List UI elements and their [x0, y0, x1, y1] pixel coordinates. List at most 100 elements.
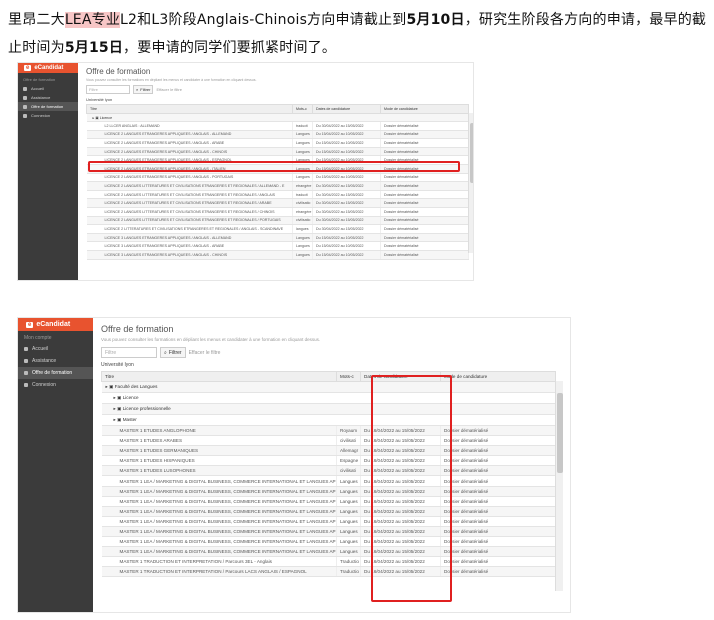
sidebar-item-1[interactable]: Assistance — [18, 93, 78, 102]
table-row[interactable]: L2 LLCER ANGLAIS : ALLEMAND traducti Du 30… — [86, 121, 469, 131]
table-cell: Dossier dématérialisé — [380, 216, 469, 226]
table-cell: LICENCE 2 LANGUES LITTERATURES ET CIVILI… — [86, 216, 293, 226]
sidebar-item-3[interactable]: Connexion — [18, 379, 93, 391]
table-cell: Dossier dématérialisé — [440, 465, 556, 477]
sidebar-item-2[interactable]: Offre de formation — [18, 367, 93, 379]
table-cell: Langues — [336, 496, 361, 507]
table-row[interactable]: LICENCE 2 LANGUES ETRANGERES APPLIQUEES … — [86, 130, 469, 140]
sidebar-item-label: Accueil — [31, 86, 44, 91]
group-label: Licence — [99, 115, 113, 120]
table-row[interactable]: MASTER 1 ETUDES HISPANIQUES Espagne Du 16/… — [101, 455, 556, 467]
table-row[interactable]: LICENCE 2 LANGUES LITTERATURES ET CIVILI… — [86, 216, 469, 226]
table-cell: LICENCE 3 LANGUES ETRANGERES APPLIQUEES … — [86, 233, 293, 243]
app-logo[interactable]: e eCandidat — [18, 318, 93, 331]
column-header[interactable]: Titre — [86, 104, 293, 114]
table-row[interactable]: LICENCE 2 LANGUES ETRANGERES APPLIQUEES … — [86, 138, 469, 148]
table-cell: MASTER 1 LEA / MARKETING & DIGITAL BUSIN… — [101, 475, 337, 487]
group-row[interactable]: ▸ ▣ Licence — [86, 113, 469, 122]
table-cell: MASTER 1 LEA / MARKETING & DIGITAL BUSIN… — [101, 526, 337, 538]
table-cell: Langues — [336, 475, 361, 487]
filter-button-label: Filtrer — [140, 87, 151, 92]
page-subtitle: Vous pouvez consulter les formations en … — [101, 337, 321, 342]
table-row[interactable]: MASTER 1 LEA / MARKETING & DIGITAL BUSIN… — [101, 526, 556, 538]
column-header[interactable]: Mode de candidature — [380, 104, 469, 114]
filter-input[interactable]: Filtre — [101, 347, 157, 358]
nav-icon — [23, 95, 27, 100]
sidebar-item-3[interactable]: Connexion — [18, 111, 78, 120]
sidebar-nav: Accueil Assistance Offre de formation Conne… — [18, 343, 93, 391]
column-header[interactable]: Dates de candidature — [312, 104, 381, 114]
filter-button[interactable]: ⌕ Filtrer — [133, 85, 154, 94]
sidebar-item-0[interactable]: Accueil — [18, 343, 93, 355]
group-row[interactable]: ▸ ▣ Faculté des Langues — [101, 381, 556, 393]
column-header[interactable]: Mots-c — [292, 104, 313, 114]
filter-button[interactable]: ⌕ Filtrer — [160, 347, 186, 358]
sidebar: e eCandidat Mon compte Accueil Assistance O… — [18, 318, 93, 612]
group-label: Licence professionnelle — [122, 406, 171, 411]
scrollbar-thumb[interactable] — [557, 393, 563, 473]
reset-filter-link[interactable]: Effacer le filtre — [156, 87, 182, 92]
nav-icon — [24, 371, 28, 375]
highlight-lea: LEA专业 — [64, 12, 121, 28]
scrollbar[interactable] — [468, 113, 473, 253]
sidebar-item-2[interactable]: Offre de formation — [18, 102, 78, 111]
deadline-may-10: 5月10日 — [406, 12, 465, 28]
table-row[interactable]: LICENCE 2 LANGUES LITTERATURES ET CIVILI… — [86, 181, 469, 191]
table-row[interactable]: MASTER 1 LEA / MARKETING & DIGITAL BUSIN… — [101, 475, 556, 487]
group-row[interactable]: ▸ ▣ Licence — [101, 392, 556, 404]
scrollbar[interactable] — [555, 381, 563, 591]
scrollbar-thumb[interactable] — [470, 123, 473, 183]
table-row[interactable]: MASTER 1 ETUDES GERMANIQUES Allemagr Du 16… — [101, 445, 556, 457]
table-row[interactable]: MASTER 1 LEA / MARKETING & DIGITAL BUSIN… — [101, 536, 556, 548]
app-name: eCandidat — [36, 321, 71, 328]
table-row[interactable]: LICENCE 3 LANGUES ETRANGERES APPLIQUEES … — [86, 233, 469, 243]
table-cell: Dossier dématérialisé — [380, 190, 469, 200]
filter-input[interactable]: Filtre — [86, 85, 130, 94]
reset-filter-link[interactable]: Effacer le filtre — [189, 350, 221, 356]
table-row[interactable]: MASTER 1 TRADUCTION ET INTERPRETATION / … — [101, 566, 556, 578]
table-row[interactable]: LICENCE 2 LITTERATURES ET CIVILISATIONS … — [86, 224, 469, 234]
table-row[interactable]: MASTER 1 ETUDES LUSOPHONES civilisati Du 1… — [101, 465, 556, 477]
app-logo[interactable]: e eCandidat — [18, 63, 78, 73]
table-cell: Langues — [336, 526, 361, 538]
table-row[interactable]: LICENCE 2 LANGUES LITTERATURES ET CIVILI… — [86, 207, 469, 217]
column-header[interactable]: Mode de candidature — [440, 371, 556, 382]
table-row[interactable]: MASTER 1 LEA / MARKETING & DIGITAL BUSIN… — [101, 546, 556, 558]
table-row[interactable]: MASTER 1 LEA / MARKETING & DIGITAL BUSIN… — [101, 496, 556, 507]
screenshot-licence: e eCandidat Offre de formation Accueil Ass… — [17, 62, 474, 281]
table-row[interactable]: MASTER 1 LEA / MARKETING & DIGITAL BUSIN… — [101, 506, 556, 517]
sidebar-item-1[interactable]: Assistance — [18, 355, 93, 367]
group-row[interactable]: ▸ ▣ Master — [101, 414, 556, 426]
table-row[interactable]: LICENCE 2 LANGUES LITTERATURES ET CIVILI… — [86, 190, 469, 200]
table-cell: etrangère — [292, 207, 313, 217]
table-cell: Du 30/04/2022 au 15/05/2022 — [312, 121, 381, 131]
table-row[interactable]: MASTER 1 ETUDES ANGLOPHONE Royaum Du 16/04… — [101, 425, 556, 437]
sidebar-item-0[interactable]: Accueil — [18, 84, 78, 93]
table-row[interactable]: LICENCE 2 LANGUES ETRANGERES APPLIQUEES … — [86, 173, 469, 183]
table-cell: Dossier dématérialisé — [440, 516, 556, 527]
group-row[interactable]: ▸ ▣ Licence professionnelle — [101, 403, 556, 415]
table-row[interactable]: MASTER 1 TRADUCTION ET INTERPRETATION / … — [101, 556, 556, 568]
table-cell: LICENCE 2 LANGUES ETRANGERES APPLIQUEES … — [86, 130, 293, 140]
table-cell: Dossier dématérialisé — [440, 425, 556, 437]
table-row[interactable]: LICENCE 3 LANGUES ETRANGERES APPLIQUEES … — [86, 241, 469, 251]
table-cell: etrangère — [292, 181, 313, 191]
table-cell: Du 30/04/2022 au 15/05/2022 — [312, 181, 381, 191]
group-label: Master — [122, 417, 137, 422]
column-header[interactable]: Titre — [101, 371, 337, 382]
sidebar-item-label: Accueil — [32, 346, 49, 352]
table-row[interactable]: LICENCE 2 LANGUES LITTERATURES ET CIVILI… — [86, 198, 469, 208]
sidebar-item-label: Connexion — [31, 113, 51, 118]
table-row[interactable]: MASTER 1 ETUDES ARABES civilisati Du 16/04… — [101, 435, 556, 447]
table-cell: Dossier dématérialisé — [440, 536, 556, 548]
table-cell: Du 30/04/2022 au 15/05/2022 — [312, 216, 381, 226]
table-cell: Dossier dématérialisé — [380, 241, 469, 251]
table-row[interactable]: MASTER 1 LEA / MARKETING & DIGITAL BUSIN… — [101, 486, 556, 497]
table-row[interactable]: LICENCE 2 LANGUES ETRANGERES APPLIQUEES … — [86, 147, 469, 157]
column-header[interactable]: Mots-c — [336, 371, 361, 382]
table-row[interactable]: MASTER 1 LEA / MARKETING & DIGITAL BUSIN… — [101, 516, 556, 527]
table-cell: Langues — [336, 486, 361, 497]
table-cell: Dossier dématérialisé — [440, 486, 556, 497]
table-cell: Du 15/04/2022 au 10/05/2022 — [312, 233, 381, 243]
table-row[interactable]: LICENCE 3 LANGUES ETRANGERES APPLIQUEES … — [86, 250, 469, 260]
